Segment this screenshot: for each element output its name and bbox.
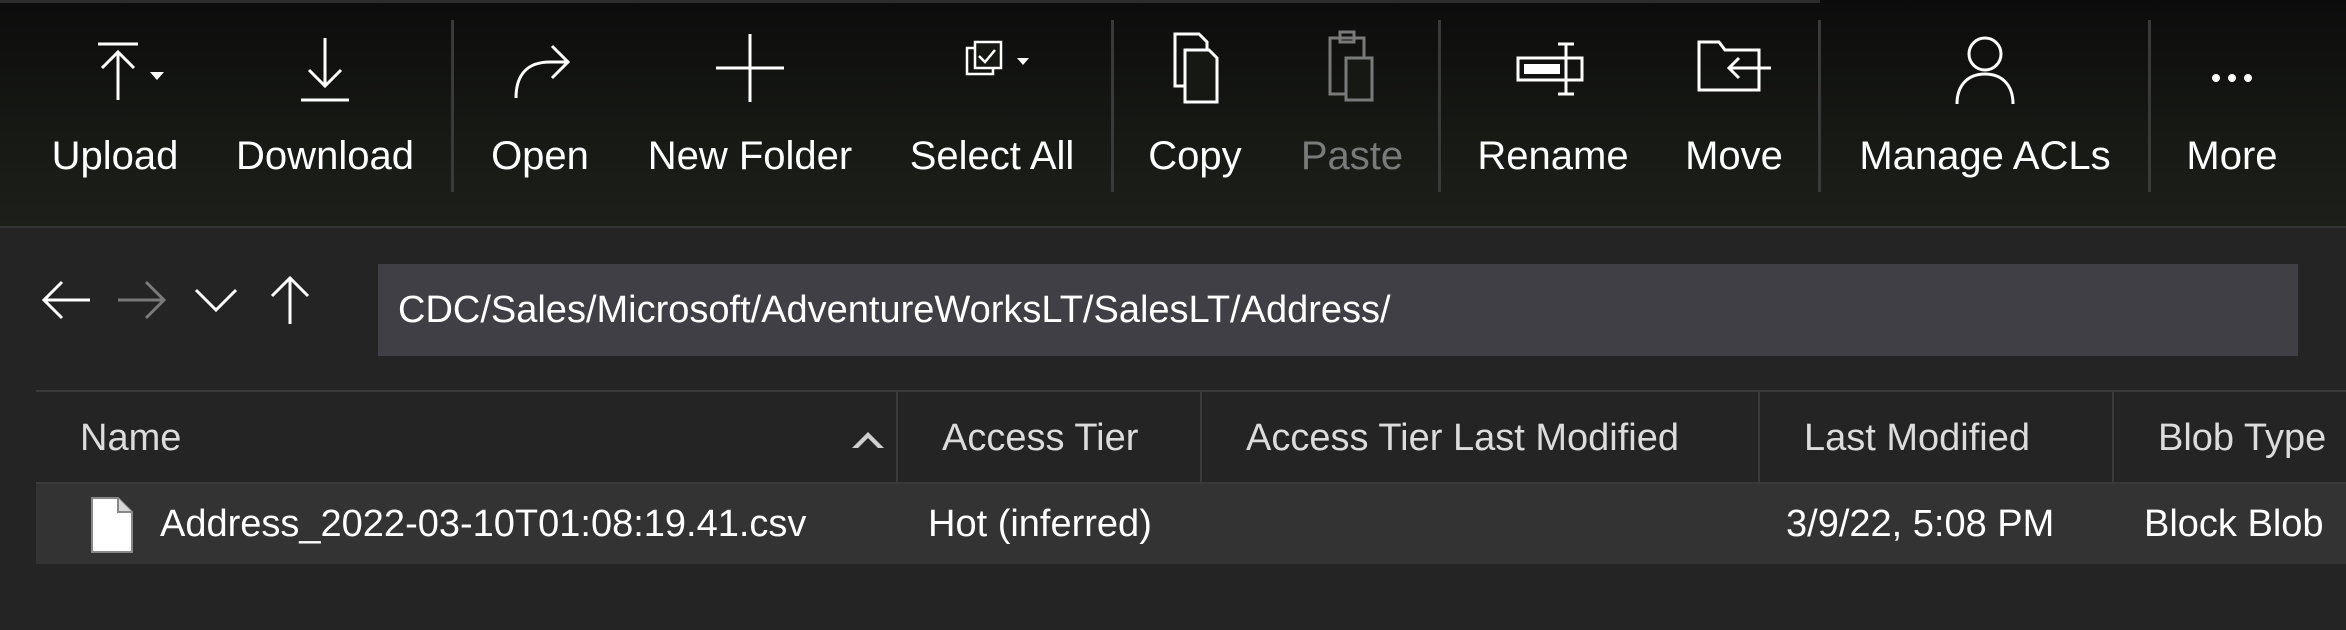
row-access-tier-last-modified xyxy=(1246,484,1746,564)
manage-acls-label: Manage ACLs xyxy=(1859,134,2111,178)
more-button[interactable]: More xyxy=(2180,18,2284,198)
select-all-button[interactable]: Select All xyxy=(900,18,1084,198)
column-divider[interactable] xyxy=(1200,392,1202,484)
upload-button[interactable]: Upload xyxy=(40,18,190,198)
plus-icon xyxy=(710,18,790,118)
table-row[interactable]: Address_2022-03-10T01:08:19.41.csv Hot (… xyxy=(36,484,2346,564)
open-label: Open xyxy=(491,134,589,178)
toolbar-divider xyxy=(1438,20,1441,192)
column-divider[interactable] xyxy=(2112,392,2114,484)
select-all-label: Select All xyxy=(909,134,1075,178)
copy-icon xyxy=(1155,18,1235,118)
upload-label: Upload xyxy=(51,134,179,178)
download-button[interactable]: Download xyxy=(230,18,420,198)
row-blob-type: Block Blob xyxy=(2144,503,2324,545)
path-input[interactable]: CDC/Sales/Microsoft/AdventureWorksLT/Sal… xyxy=(378,264,2298,356)
move-label: Move xyxy=(1685,134,1783,178)
row-last-modified: 3/9/22, 5:08 PM xyxy=(1786,503,2055,545)
column-divider[interactable] xyxy=(896,392,898,484)
chevron-down-icon xyxy=(194,288,238,313)
upload-icon xyxy=(60,18,170,118)
ellipsis-icon xyxy=(2192,18,2272,118)
rename-label: Rename xyxy=(1477,134,1629,178)
toolbar-divider xyxy=(451,20,454,192)
toolbar-divider xyxy=(2148,20,2151,192)
navigation-bar: CDC/Sales/Microsoft/AdventureWorksLT/Sal… xyxy=(0,228,2346,388)
toolbar: Upload Download Open New Folder Select A… xyxy=(0,0,2346,228)
table-header: Name Access Tier Access Tier Last Modifi… xyxy=(36,390,2346,484)
column-divider[interactable] xyxy=(1758,392,1760,484)
column-header-access-tier-last-modified[interactable]: Access Tier Last Modified xyxy=(1246,392,1766,484)
back-button[interactable] xyxy=(34,268,98,332)
open-redirect-icon xyxy=(500,18,580,118)
toolbar-top-line xyxy=(0,0,1820,3)
paste-label: Paste xyxy=(1300,134,1404,178)
open-button[interactable]: Open xyxy=(480,18,600,198)
move-folder-icon xyxy=(1689,18,1779,118)
manage-acls-button[interactable]: Manage ACLs xyxy=(1850,18,2120,198)
arrow-left-icon xyxy=(41,280,90,320)
new-folder-button[interactable]: New Folder xyxy=(640,18,860,198)
arrow-up-icon xyxy=(270,275,310,324)
file-icon xyxy=(91,497,133,553)
paste-icon xyxy=(1312,18,1392,118)
column-header-blob-type[interactable]: Blob Type xyxy=(2158,392,2346,484)
column-header-access-tier[interactable]: Access Tier xyxy=(942,392,1182,484)
move-button[interactable]: Move xyxy=(1674,18,1794,198)
rename-button[interactable]: Rename xyxy=(1470,18,1636,198)
download-icon xyxy=(285,18,365,118)
rename-icon xyxy=(1508,18,1598,118)
paste-button[interactable]: Paste xyxy=(1296,18,1408,198)
row-access-tier: Hot (inferred) xyxy=(928,503,1152,545)
toolbar-divider xyxy=(1111,20,1114,192)
copy-label: Copy xyxy=(1148,134,1242,178)
more-label: More xyxy=(2186,134,2278,178)
select-all-icon xyxy=(947,18,1037,118)
sort-ascending-icon[interactable] xyxy=(848,426,888,454)
person-icon xyxy=(1945,18,2025,118)
toolbar-divider xyxy=(1818,20,1821,192)
download-label: Download xyxy=(236,134,414,178)
arrow-right-icon xyxy=(118,280,167,320)
column-header-last-modified[interactable]: Last Modified xyxy=(1804,392,2104,484)
up-button[interactable] xyxy=(258,268,322,332)
column-header-name[interactable]: Name xyxy=(80,392,580,484)
new-folder-label: New Folder xyxy=(647,134,853,178)
forward-button[interactable] xyxy=(110,268,174,332)
row-name: Address_2022-03-10T01:08:19.41.csv xyxy=(160,503,807,545)
recent-locations-dropdown[interactable] xyxy=(184,268,248,332)
copy-button[interactable]: Copy xyxy=(1140,18,1250,198)
file-list: Name Access Tier Access Tier Last Modifi… xyxy=(36,390,2346,564)
